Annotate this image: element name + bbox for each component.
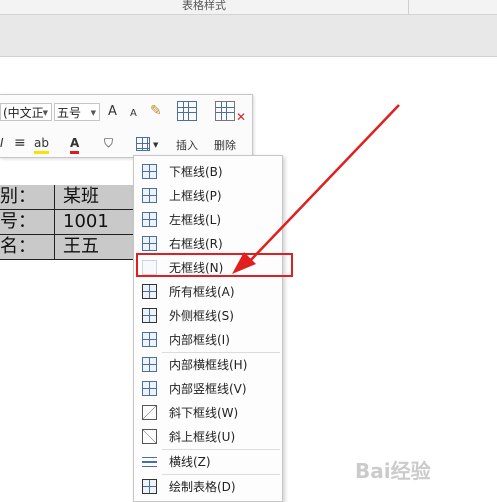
inside-horizontal-border-icon [142, 357, 157, 372]
delete-label: 删除 [214, 139, 236, 152]
menu-item-label: 下框线(B) [169, 165, 223, 179]
draw-table-icon [142, 479, 157, 494]
highlight-button[interactable]: ab [34, 135, 49, 154]
menu-item-bottom-border[interactable]: 下框线(B) [134, 160, 282, 184]
menu-item-label: 左框线(L) [169, 213, 222, 227]
right-border-icon [142, 236, 157, 251]
left-border-icon [142, 212, 157, 227]
menu-item-inside-borders[interactable]: 内部框线(I) [134, 328, 282, 352]
all-borders-icon [142, 284, 157, 299]
menu-item-inside-vertical-border[interactable]: 内部竖框线(V) [134, 377, 282, 401]
grow-font-button[interactable]: A [108, 104, 117, 120]
shading-icon[interactable]: ⛉ [104, 135, 113, 151]
italic-button[interactable]: I [0, 135, 4, 151]
table-cell-value[interactable]: 1001 [54, 210, 134, 235]
menu-item-left-border[interactable]: 左框线(L) [134, 208, 282, 232]
top-border-icon [142, 188, 157, 203]
menu-item-horizontal-line[interactable]: 横线(Z) [134, 450, 282, 474]
borders-button-icon[interactable] [136, 137, 150, 151]
chevron-down-icon[interactable]: ▼ [153, 137, 158, 153]
menu-item-label: 斜上框线(U) [169, 430, 236, 444]
menu-item-label: 上框线(P) [169, 189, 222, 203]
menu-item-label: 内部横框线(H) [169, 358, 248, 372]
ribbon-group-bar: 表格样式 [0, 0, 497, 15]
close-icon: ✕ [236, 110, 247, 124]
font-size-value: 五号 [57, 106, 82, 120]
menu-item-label: 内部竖框线(V) [169, 382, 247, 396]
menu-item-label: 横线(Z) [169, 455, 211, 469]
outside-borders-icon [142, 308, 157, 323]
menu-item-inside-horizontal-border[interactable]: 内部横框线(H) [134, 353, 282, 377]
borders-dropdown-menu: 下框线(B) 上框线(P) 左框线(L) 右框线(R) 无框线(N) 所有框线(… [133, 155, 283, 502]
font-name-value: (中文正 [3, 106, 44, 120]
table-row: 班别： 某班 [0, 185, 134, 210]
ribbon-band [0, 15, 497, 57]
delete-table-icon[interactable] [215, 101, 235, 121]
diagonal-down-border-icon [142, 405, 157, 420]
menu-item-label: 内部框线(I) [169, 333, 230, 347]
font-color-button[interactable]: A [70, 135, 80, 154]
menu-item-diagonal-up-border[interactable]: 斜上框线(U) [134, 425, 282, 449]
insert-label: 插入 [176, 139, 198, 152]
shrink-font-button[interactable]: A [130, 106, 137, 122]
menu-item-label: 右框线(R) [169, 237, 223, 251]
menu-item-label: 绘制表格(D) [169, 480, 236, 494]
inside-vertical-border-icon [142, 381, 157, 396]
horizontal-line-icon [142, 454, 157, 469]
chevron-down-icon: ▼ [90, 109, 96, 117]
menu-item-label: 所有框线(A) [169, 285, 235, 299]
bottom-border-icon [142, 164, 157, 179]
chevron-down-icon: ▼ [42, 109, 48, 117]
insert-table-icon[interactable] [177, 101, 197, 121]
watermark: Bai经验 [355, 459, 431, 483]
diagonal-up-border-icon [142, 429, 157, 444]
table-styles-group-label: 表格样式 [182, 0, 226, 12]
mini-toolbar: (中文正 ▼ 五号 ▼ A A ✎ ✕ I ≡ ab A ⛉ ▼ 插入 删除 [0, 94, 253, 158]
font-name-combo[interactable]: (中文正 ▼ [0, 103, 52, 121]
table-cell-value[interactable]: 王五 [54, 235, 134, 260]
menu-item-draw-table[interactable]: 绘制表格(D) [134, 475, 282, 499]
align-button[interactable]: ≡ [14, 135, 26, 151]
menu-item-label: 外侧框线(S) [169, 309, 234, 323]
format-painter-icon[interactable]: ✎ [150, 103, 162, 119]
table-cell-label: 学号： [0, 210, 54, 235]
menu-item-outside-borders[interactable]: 外侧框线(S) [134, 304, 282, 328]
highlight-box [136, 253, 293, 277]
table-row: 学号： 1001 [0, 210, 134, 235]
ribbon-separator [408, 0, 409, 14]
inside-borders-icon [142, 332, 157, 347]
menu-item-diagonal-down-border[interactable]: 斜下框线(W) [134, 401, 282, 425]
table-cell-label: 班别： [0, 185, 54, 210]
menu-item-top-border[interactable]: 上框线(P) [134, 184, 282, 208]
font-size-combo[interactable]: 五号 ▼ [54, 103, 100, 121]
table-row: 姓名： 王五 [0, 235, 134, 260]
menu-item-all-borders[interactable]: 所有框线(A) [134, 280, 282, 304]
table-cell-label: 姓名： [0, 235, 54, 260]
menu-item-label: 斜下框线(W) [169, 406, 239, 420]
table-cell-value[interactable]: 某班 [54, 185, 134, 210]
